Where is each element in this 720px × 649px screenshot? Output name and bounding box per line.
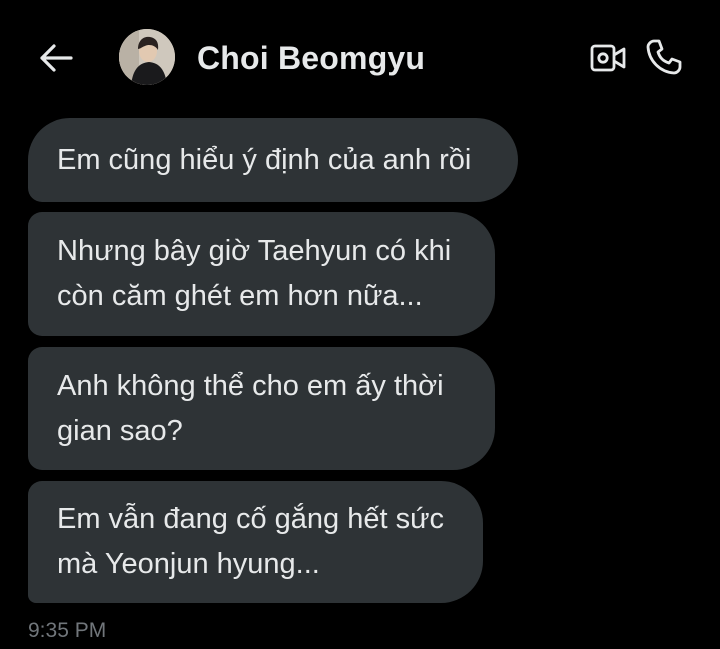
message-thread: Em cũng hiểu ý định của anh rồi Nhưng bâ… <box>0 0 720 649</box>
message-bubble[interactable]: Anh không thể cho em ấy thời gian sao? <box>28 347 495 470</box>
message-bubble[interactable]: Nhưng bây giờ Taehyun có khi còn căm ghé… <box>28 212 495 336</box>
message-timestamp: 9:35 PM <box>28 619 107 642</box>
message-bubble[interactable]: Em cũng hiểu ý định của anh rồi <box>28 118 518 202</box>
message-bubble[interactable]: Em vẫn đang cố gắng hết sức mà Yeonjun h… <box>28 481 483 603</box>
